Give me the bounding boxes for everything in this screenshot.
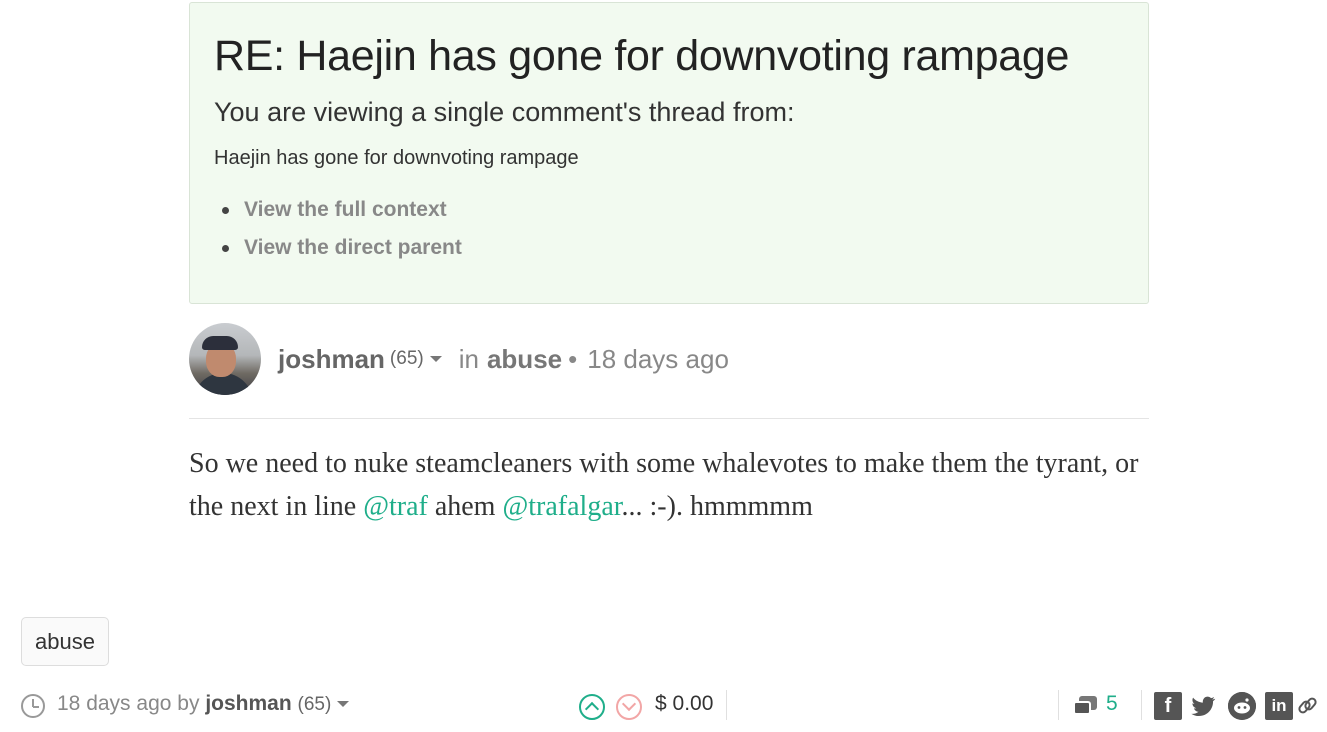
footer-author-link[interactable]: joshman <box>205 692 291 715</box>
downvote-button[interactable] <box>616 694 642 720</box>
context-links: View the full context View the direct pa… <box>214 191 1124 267</box>
footer-time[interactable]: 18 days ago <box>57 692 171 715</box>
clock-icon <box>21 694 45 718</box>
link-icon[interactable] <box>1297 692 1319 720</box>
post-body: So we need to nuke steamcleaners with so… <box>189 442 1169 528</box>
linkedin-icon[interactable]: in <box>1265 692 1293 720</box>
footer-meta: 18 days ago by joshman (65) <box>57 692 350 716</box>
view-direct-parent-link[interactable]: View the direct parent <box>214 229 1124 267</box>
body-text-part: ahem <box>427 491 503 522</box>
thread-subtitle: You are viewing a single comment's threa… <box>214 97 795 127</box>
author-link[interactable]: joshman <box>278 344 385 375</box>
reddit-icon[interactable] <box>1228 692 1256 720</box>
body-text-part: ... :-). hmmmmm <box>621 491 813 522</box>
footer-separator <box>1141 690 1142 720</box>
avatar[interactable] <box>189 323 261 395</box>
facebook-icon[interactable]: f <box>1154 692 1182 720</box>
in-label: in <box>458 343 479 374</box>
mention-link-trafalgar[interactable]: @trafalgar <box>502 491 621 522</box>
mention-link-traf[interactable]: @traf <box>363 491 428 522</box>
footer-by-label: by <box>177 692 200 715</box>
author-reputation: (65) <box>389 348 424 369</box>
page-title: RE: Haejin has gone for downvoting rampa… <box>214 32 1070 80</box>
author-dropdown-caret-icon[interactable] <box>429 356 442 362</box>
upvote-button[interactable] <box>579 694 605 720</box>
view-full-context-link[interactable]: View the full context <box>214 191 1124 229</box>
post-footer: 18 days ago by joshman (65) $ 0.00 5 f i… <box>21 688 1321 724</box>
category-link[interactable]: abuse <box>487 344 562 375</box>
footer-separator <box>1058 690 1059 720</box>
footer-author-reputation: (65) <box>297 694 332 715</box>
tag-abuse[interactable]: abuse <box>21 617 109 666</box>
footer-separator <box>726 690 727 720</box>
thread-context-box: RE: Haejin has gone for downvoting rampa… <box>189 2 1149 304</box>
footer-author-dropdown-caret-icon[interactable] <box>337 701 350 708</box>
comments-icon[interactable] <box>1073 696 1097 718</box>
divider <box>189 418 1149 419</box>
meta-separator: • <box>568 343 578 374</box>
payout-value[interactable]: $ 0.00 <box>655 692 713 716</box>
parent-post-title: Haejin has gone for downvoting rampage <box>214 147 579 169</box>
post-author-row: joshman (65) in abuse • 18 days ago <box>189 322 1149 396</box>
post-time[interactable]: 18 days ago <box>587 344 729 375</box>
comment-count[interactable]: 5 <box>1106 692 1118 716</box>
twitter-icon[interactable] <box>1189 692 1217 720</box>
